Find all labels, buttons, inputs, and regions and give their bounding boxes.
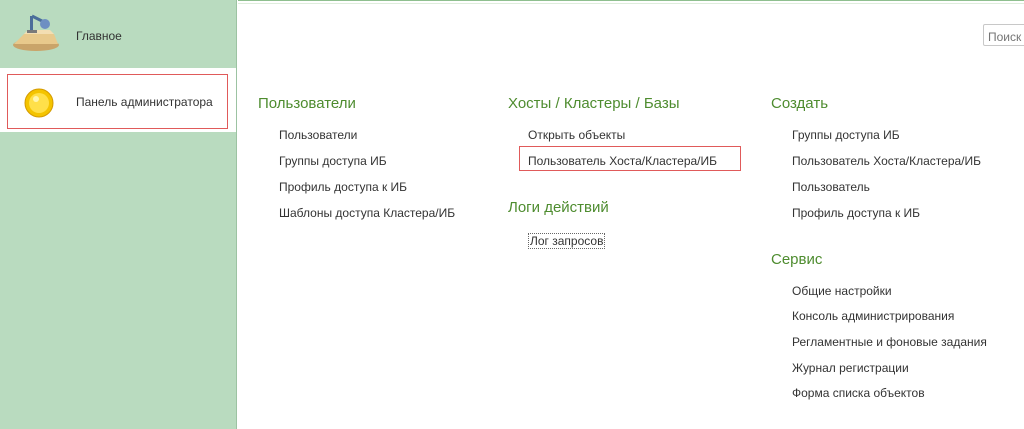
group-title-service: Сервис	[771, 251, 823, 268]
search-input[interactable]	[983, 24, 1024, 46]
group-title-logs: Логи действий	[508, 199, 609, 216]
link-host-cluster-user[interactable]: Пользователь Хоста/Кластера/ИБ	[528, 154, 717, 168]
link-create-access-groups[interactable]: Группы доступа ИБ	[792, 128, 900, 142]
link-access-profile[interactable]: Профиль доступа к ИБ	[279, 180, 407, 194]
top-border	[238, 0, 1024, 4]
link-users[interactable]: Пользователи	[279, 128, 357, 142]
group-title-hosts: Хосты / Кластеры / Базы	[508, 95, 680, 112]
link-create-user[interactable]: Пользователь	[792, 180, 870, 194]
link-scheduled-jobs[interactable]: Регламентные и фоновые задания	[792, 335, 987, 349]
sidebar-item-main[interactable]: Главное	[0, 0, 236, 68]
group-title-users: Пользователи	[258, 95, 356, 112]
sidebar: Главное Панель администратора	[0, 0, 237, 429]
link-open-objects[interactable]: Открыть объекты	[528, 128, 625, 142]
link-general-settings[interactable]: Общие настройки	[792, 284, 892, 298]
link-access-groups[interactable]: Группы доступа ИБ	[279, 154, 387, 168]
link-object-list-form[interactable]: Форма списка объектов	[792, 386, 925, 400]
link-request-log[interactable]: Лог запросов	[528, 233, 606, 249]
group-title-create: Создать	[771, 95, 829, 112]
sidebar-item-admin-panel[interactable]: Панель администратора	[0, 68, 236, 132]
link-event-log[interactable]: Журнал регистрации	[792, 361, 909, 375]
gold-circle-icon	[24, 88, 54, 123]
sidebar-item-label: Панель администратора	[76, 95, 213, 109]
link-cluster-templates[interactable]: Шаблоны доступа Кластера/ИБ	[279, 206, 455, 220]
link-admin-console[interactable]: Консоль администрирования	[792, 309, 954, 323]
desk-lamp-icon	[10, 12, 62, 59]
sidebar-item-label: Главное	[76, 29, 122, 43]
link-create-host-cluster-user[interactable]: Пользователь Хоста/Кластера/ИБ	[792, 154, 981, 168]
link-create-access-profile[interactable]: Профиль доступа к ИБ	[792, 206, 920, 220]
